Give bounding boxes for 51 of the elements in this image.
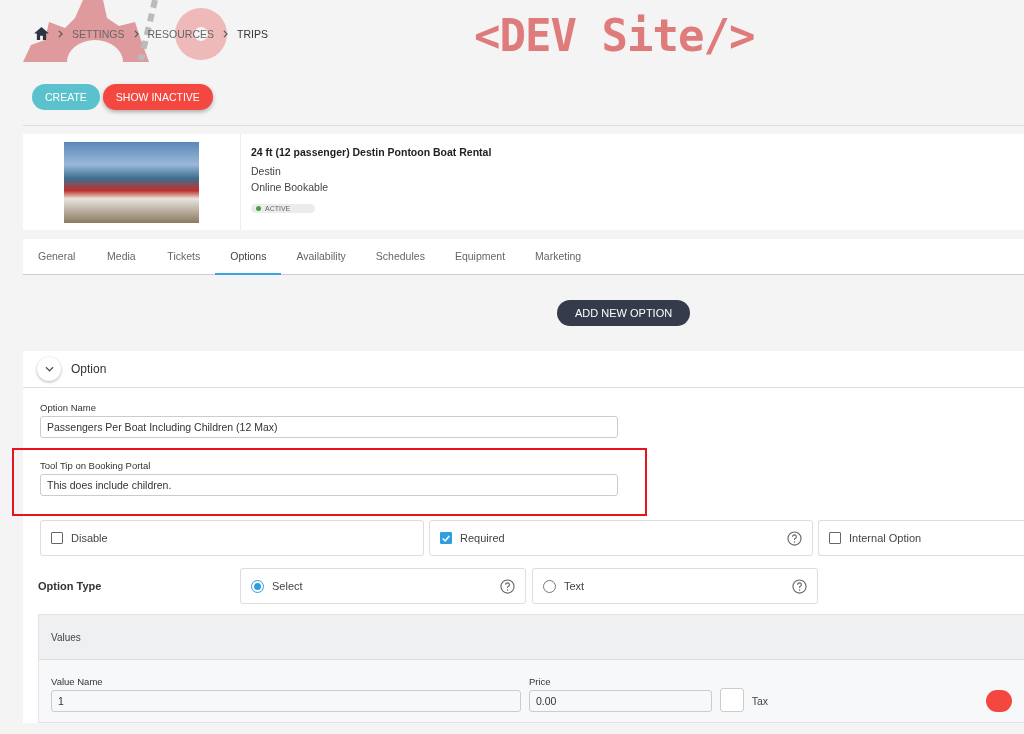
checkbox[interactable] bbox=[440, 532, 452, 544]
checkbox[interactable] bbox=[829, 532, 841, 544]
tab[interactable]: Tickets bbox=[152, 239, 216, 275]
help-icon[interactable] bbox=[500, 578, 515, 594]
tab[interactable]: Media bbox=[90, 239, 153, 275]
field-label: Tool Tip on Booking Portal bbox=[40, 460, 152, 471]
help-icon[interactable] bbox=[787, 530, 802, 546]
option-title: Option bbox=[71, 362, 107, 376]
breadcrumb-link[interactable]: RESOURCES bbox=[147, 27, 215, 40]
field-label: Value Name bbox=[51, 676, 104, 687]
tax-label: Tax bbox=[751, 695, 769, 707]
help-icon[interactable] bbox=[792, 578, 807, 594]
option-type-label: Option Type bbox=[38, 580, 103, 592]
tab[interactable]: Schedules bbox=[360, 239, 440, 275]
home-icon[interactable] bbox=[34, 27, 49, 40]
checkbox-option[interactable]: Internal Option bbox=[818, 520, 1024, 556]
radio-label: Text bbox=[564, 580, 586, 592]
input-field[interactable]: Passengers Per Boat Including Children (12 Max) bbox=[40, 416, 618, 438]
chevron-down-button[interactable] bbox=[37, 357, 61, 381]
input-field[interactable]: This does include children. bbox=[40, 474, 618, 496]
value-name-field[interactable]: 1 bbox=[51, 690, 521, 712]
field-label: Option Name bbox=[40, 402, 97, 413]
checkbox-option[interactable]: Required bbox=[429, 520, 813, 556]
tab[interactable]: Equipment bbox=[439, 239, 521, 275]
breadcrumb-link[interactable]: TRIPS bbox=[237, 27, 268, 40]
radio-label: Select bbox=[272, 580, 304, 592]
checkbox-option[interactable]: Disable bbox=[40, 520, 424, 556]
tab[interactable]: Availability bbox=[281, 239, 361, 275]
checkbox-label: Disable bbox=[71, 532, 109, 544]
radio-option[interactable]: Text bbox=[532, 568, 818, 604]
price-field[interactable]: 0.00 bbox=[529, 690, 712, 712]
dev-site-title: <DEV Site/> bbox=[474, 10, 755, 61]
tab[interactable]: Options bbox=[215, 239, 282, 275]
chevron-right-icon bbox=[133, 29, 139, 38]
checkbox-label: Internal Option bbox=[849, 532, 923, 544]
remove-button[interactable] bbox=[986, 690, 1012, 712]
checkbox[interactable] bbox=[51, 532, 63, 544]
tax-checkbox[interactable] bbox=[720, 688, 744, 712]
checkbox-label: Required bbox=[460, 532, 506, 544]
tab[interactable]: Marketing bbox=[520, 239, 597, 275]
chevron-right-icon bbox=[223, 29, 229, 38]
tab[interactable]: General bbox=[23, 239, 91, 275]
field-label: Price bbox=[529, 676, 552, 687]
trip-title: 24 ft (12 passenger) Destin Pontoon Boat Rental bbox=[251, 146, 492, 158]
radio-option[interactable]: Select bbox=[240, 568, 526, 604]
chevron-down-icon bbox=[44, 366, 54, 372]
add-new-option-button[interactable]: ADD NEW OPTION bbox=[557, 300, 691, 326]
values-title: Values bbox=[51, 631, 81, 643]
trip-location: Destin bbox=[251, 165, 282, 177]
chevron-right-icon bbox=[58, 29, 63, 38]
trip-booking: Online Bookable bbox=[251, 181, 330, 193]
